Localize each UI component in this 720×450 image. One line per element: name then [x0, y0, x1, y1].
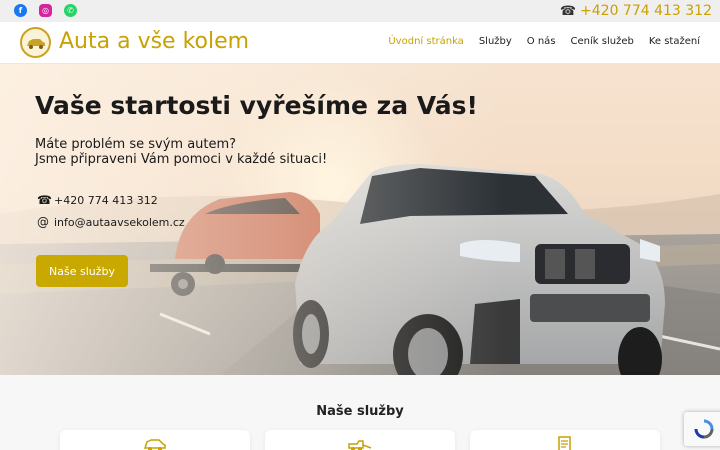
recaptcha-icon	[694, 419, 714, 439]
site-header: Auta a vše kolem Úvodní stránka Služby O…	[0, 22, 720, 64]
services-section: Naše služby	[0, 375, 720, 450]
service-card-documents[interactable]	[470, 430, 660, 450]
main-nav: Úvodní stránka Služby O nás Ceník služeb…	[388, 36, 700, 47]
facebook-icon[interactable]: f	[14, 4, 27, 17]
instagram-icon[interactable]: ◎	[39, 4, 52, 17]
hero-title: Vaše startosti vyřešíme za Vás!	[35, 91, 478, 120]
car-icon	[143, 439, 166, 450]
nav-home[interactable]: Úvodní stránka	[388, 36, 463, 47]
service-card-car[interactable]	[60, 430, 250, 450]
tow-truck-icon	[348, 440, 372, 450]
recaptcha-badge[interactable]	[684, 412, 720, 446]
hero-lead: Máte problém se svým autem? Jsme připrav…	[35, 137, 327, 167]
logo[interactable]	[20, 27, 51, 58]
hero-email-link[interactable]: @ info@autaavsekolem.cz	[37, 215, 185, 229]
phone-icon: ☎	[37, 193, 52, 207]
hero-phone-number[interactable]: +420 774 413 312	[54, 194, 158, 207]
service-card-towing[interactable]	[265, 430, 455, 450]
phone-icon: ☎	[559, 3, 577, 19]
hero-email-address[interactable]: info@autaavsekolem.cz	[54, 216, 185, 229]
hero-section: Vaše startosti vyřešíme za Vás! Máte pro…	[0, 64, 720, 375]
brand-name[interactable]: Auta a vše kolem	[59, 29, 249, 54]
logo-car-icon	[26, 38, 45, 49]
document-icon	[558, 436, 571, 450]
nav-services[interactable]: Služby	[479, 36, 512, 47]
nav-about[interactable]: O nás	[527, 36, 556, 47]
top-phone-link[interactable]: ☎ +420 774 413 312	[560, 2, 712, 20]
whatsapp-icon[interactable]: ✆	[64, 4, 77, 17]
hero-lead-line-1: Máte problém se svým autem?	[35, 137, 237, 152]
top-phone-number[interactable]: +420 774 413 312	[580, 3, 712, 19]
hero-lead-line-2: Jsme připraveni Vám pomoci v každé situa…	[35, 152, 328, 167]
our-services-button[interactable]: Naše služby	[36, 255, 128, 287]
email-icon: @	[37, 215, 49, 229]
nav-downloads[interactable]: Ke stažení	[649, 36, 700, 47]
services-heading: Naše služby	[316, 404, 404, 419]
top-bar: f ◎ ✆ ☎ +420 774 413 312	[0, 0, 720, 22]
hero-phone-link[interactable]: ☎ +420 774 413 312	[37, 193, 158, 207]
nav-pricing[interactable]: Ceník služeb	[571, 36, 634, 47]
